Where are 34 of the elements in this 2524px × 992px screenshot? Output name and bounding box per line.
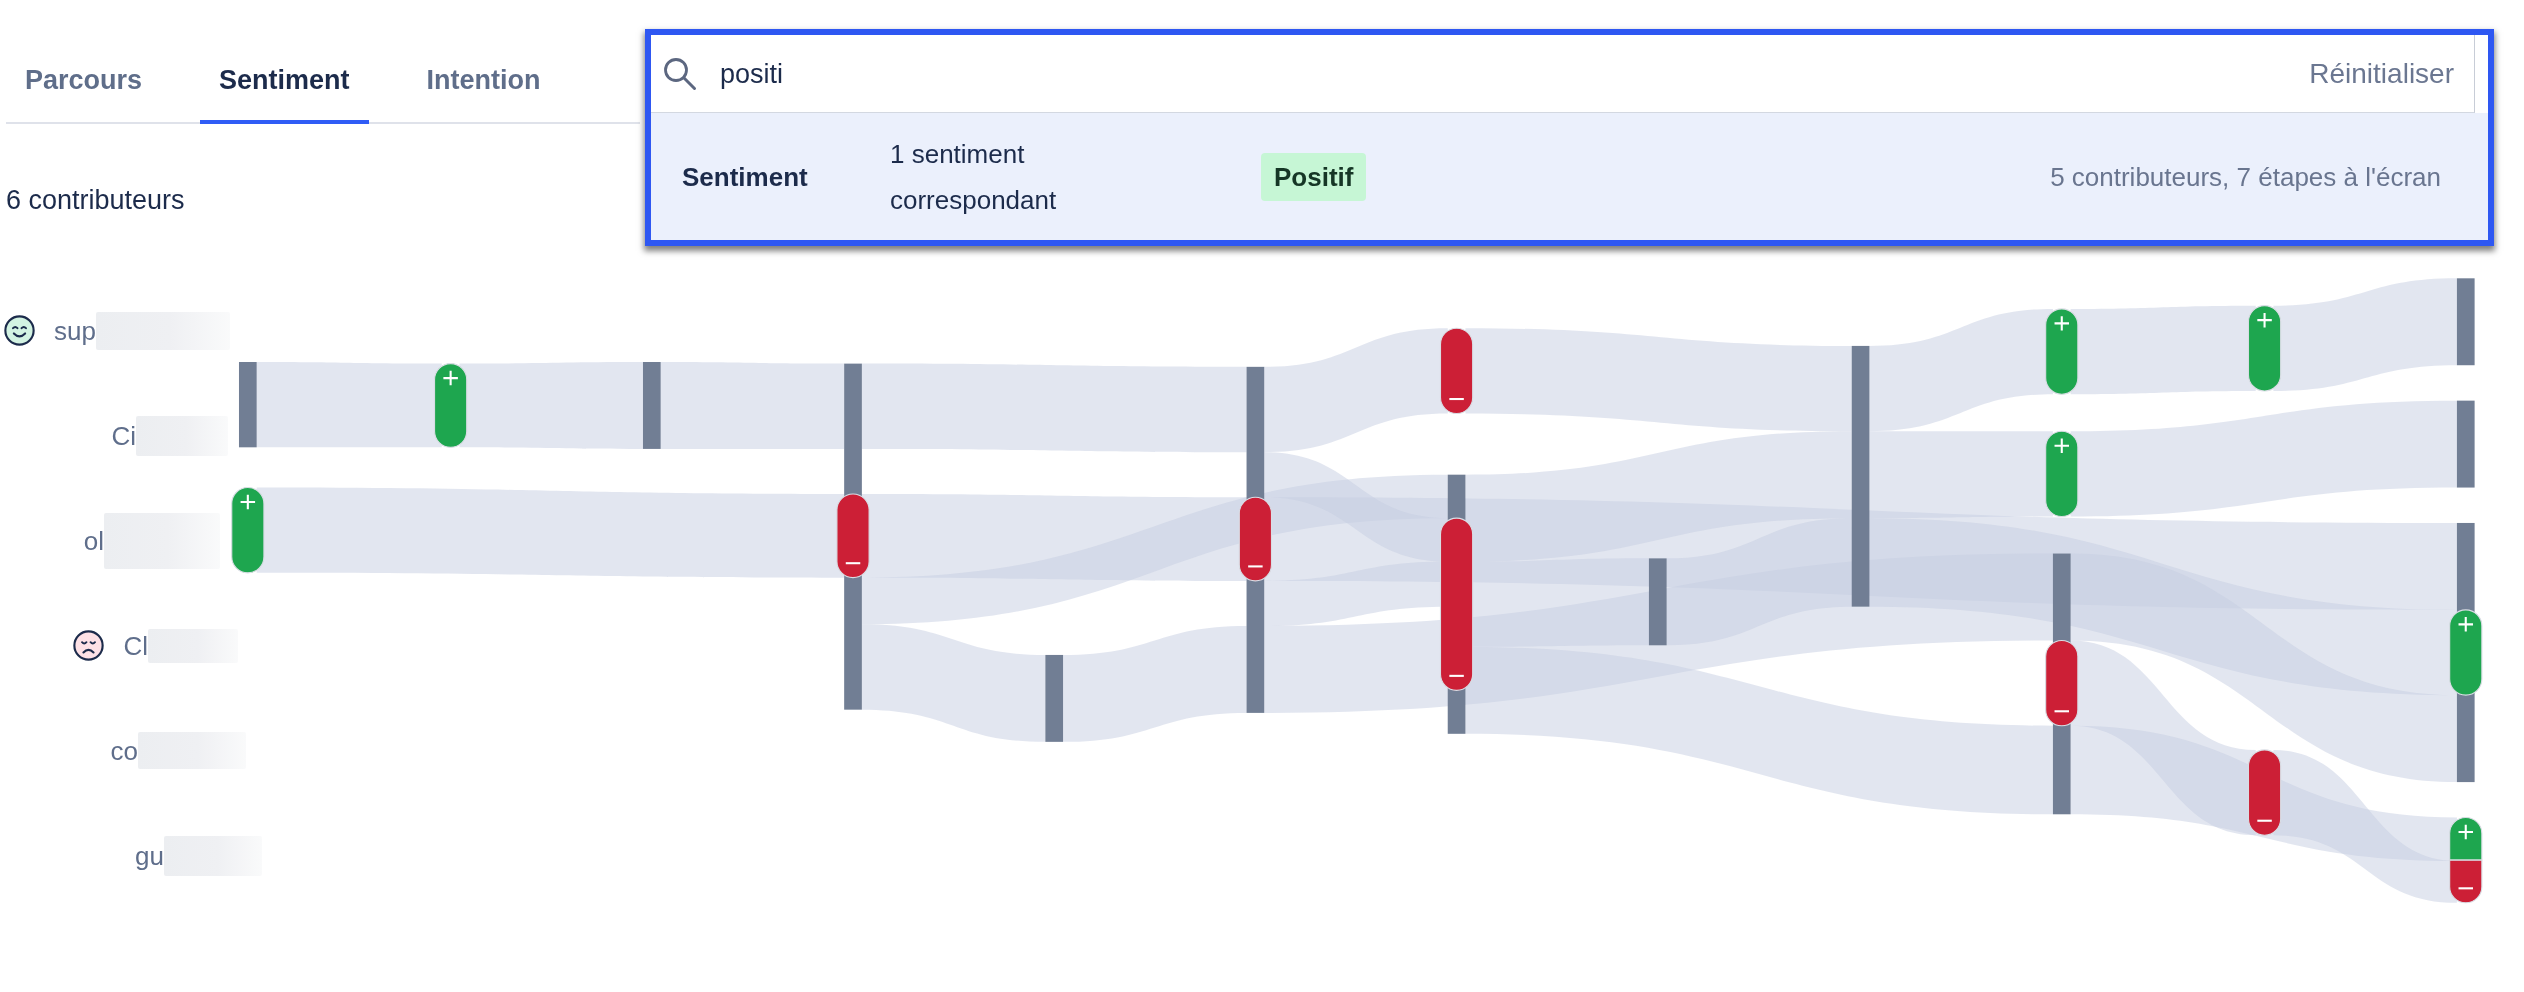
contributor-name: co	[110, 734, 138, 767]
plus-icon	[2053, 315, 2071, 332]
minus-icon	[845, 562, 861, 565]
search-input[interactable]: positi	[720, 55, 2310, 92]
tab[interactable]: Sentiment	[200, 40, 369, 124]
plus-icon	[2256, 311, 2273, 329]
plus-icon	[2053, 437, 2071, 454]
tab[interactable]: Intention	[407, 40, 560, 124]
plus-icon	[2457, 823, 2475, 841]
minus-icon	[2458, 887, 2473, 890]
result-match-count: 1 sentiment correspondant	[890, 137, 1058, 217]
sentiment-tag: Positif	[1261, 152, 1367, 201]
result-summary: 5 contributeurs, 7 étapes à l'écran	[2050, 160, 2441, 193]
search-icon	[662, 56, 697, 91]
plus-icon	[2457, 616, 2475, 633]
plus-icon	[442, 369, 459, 387]
minus-icon	[1449, 398, 1464, 401]
result-category: Sentiment	[682, 160, 809, 193]
negative-step-marker	[2449, 859, 2483, 904]
minus-icon	[1449, 674, 1464, 677]
contributor-name: Cl	[123, 629, 148, 662]
minus-icon	[1248, 565, 1263, 568]
positive-step-marker	[2449, 816, 2483, 861]
contributor-name: sup	[54, 314, 96, 347]
contributor-count: 6 contributeurs	[6, 185, 185, 215]
reset-button[interactable]: Réinitialiser	[2309, 55, 2474, 92]
contributor-name: Ci	[111, 419, 136, 452]
search-result-row[interactable]: Sentiment 1 sentiment correspondant Positif 5 contributeurs, 7 étapes à l'écran	[651, 113, 2488, 240]
plus-icon	[239, 493, 257, 511]
minus-icon	[2054, 710, 2069, 713]
contributor-name: ol	[83, 524, 104, 557]
tab[interactable]: Parcours	[6, 40, 162, 124]
contributor-name: gu	[135, 839, 164, 872]
minus-icon	[2257, 819, 2272, 822]
